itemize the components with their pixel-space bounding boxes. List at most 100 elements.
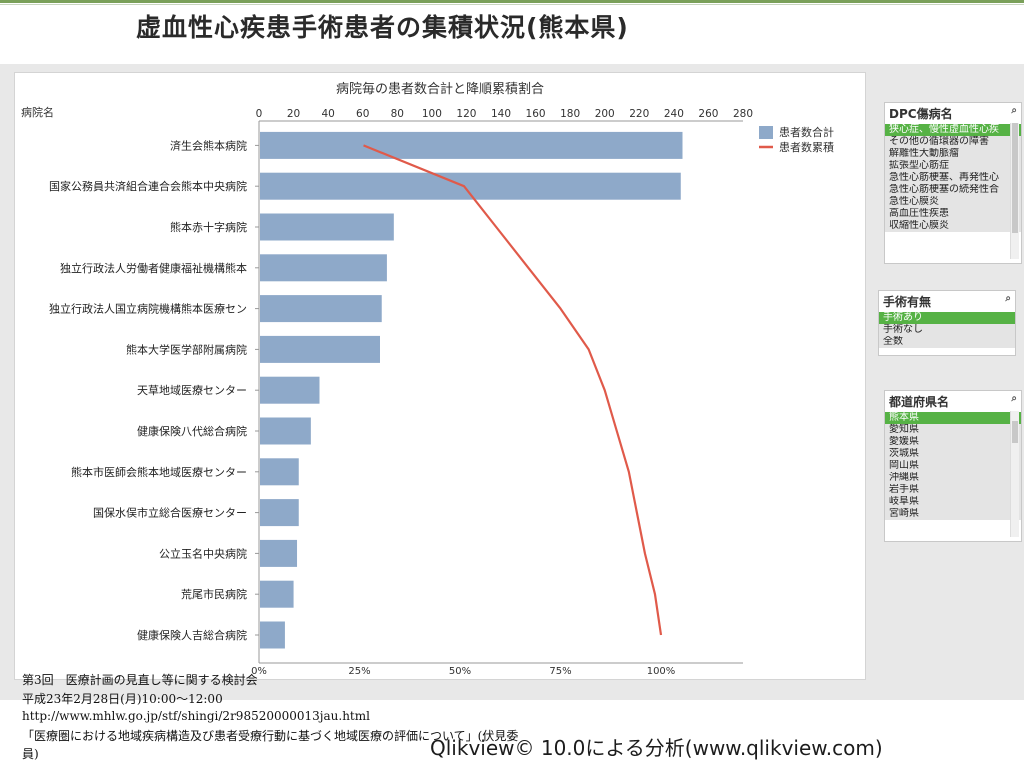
listbox-items: 手術あり 手術なし 全数 <box>879 312 1015 348</box>
cumulative-line <box>363 144 663 636</box>
listbox-item[interactable]: 全数 <box>879 336 1015 348</box>
listbox-item[interactable]: 宮崎県 <box>885 508 1021 520</box>
bar <box>260 254 387 282</box>
bar <box>260 417 311 445</box>
bar <box>260 295 382 323</box>
x-bottom-tick-label: 50% <box>449 666 471 677</box>
listbox-title-text: DPC傷病名 <box>889 107 953 121</box>
legend-label-bars: 患者数合計 <box>779 125 834 139</box>
category-label: 熊本赤十字病院 <box>170 220 247 234</box>
category-label: 健康保険人吉総合病院 <box>137 628 247 642</box>
listbox-item[interactable]: 急性心筋梗塞、再発性心 <box>885 172 1021 184</box>
x-top-tick-label: 160 <box>526 108 546 120</box>
legend-swatch-bars <box>759 126 773 139</box>
slide-title: 虚血性心疾患手術患者の集積状況(熊本県) <box>136 13 629 42</box>
x-top-tick-label: 100 <box>422 108 442 120</box>
qlikview-note: Qlikview© 10.0による分析(www.qlikview.com) <box>430 736 883 760</box>
listbox-item[interactable]: 高血圧性疾患 <box>885 208 1021 220</box>
x-bottom-tick-label: 100% <box>647 666 676 677</box>
x-top-tick-label: 240 <box>664 108 684 120</box>
bar <box>260 131 683 159</box>
x-bottom-tick-label: 25% <box>348 666 370 677</box>
scrollbar-thumb[interactable] <box>1012 123 1018 233</box>
search-icon[interactable]: ⌕ <box>1005 293 1011 304</box>
search-icon[interactable]: ⌕ <box>1011 393 1017 404</box>
listbox-item[interactable]: 拡張型心筋症 <box>885 160 1021 172</box>
category-label: 済生会熊本病院 <box>170 138 247 152</box>
x-top-tick-label: 120 <box>456 108 476 120</box>
category-axis-label: 病院名 <box>21 105 54 119</box>
bar <box>260 499 299 527</box>
listbox-items: 熊本県 愛知県 愛媛県 茨城県 岡山県 沖縄県 岩手県 岐阜県 宮崎県 <box>885 412 1021 520</box>
legend-label-line: 患者数累積 <box>779 140 834 154</box>
x-top-tick-label: 60 <box>356 108 369 120</box>
bar <box>260 539 298 567</box>
x-bottom-tick-label: 75% <box>549 666 571 677</box>
category-label: 公立玉名中央病院 <box>159 546 247 560</box>
top-rule <box>0 0 1024 3</box>
top-rule-thin <box>0 4 1024 5</box>
listbox-item[interactable]: 岩手県 <box>885 484 1021 496</box>
listbox-scrollbar[interactable] <box>1010 123 1019 259</box>
x-top-tick-label: 220 <box>629 108 649 120</box>
listbox-item[interactable]: 収縮性心膜炎 <box>885 220 1021 232</box>
category-label: 熊本大学医学部附属病院 <box>126 342 247 356</box>
bar <box>260 335 380 363</box>
x-top-tick-label: 260 <box>698 108 718 120</box>
listbox-item[interactable]: 岡山県 <box>885 460 1021 472</box>
scrollbar-thumb[interactable] <box>1012 421 1018 443</box>
listbox-item[interactable]: 狭心症、慢性虚血性心疾 <box>885 124 1021 136</box>
footer-line-3-url[interactable]: http://www.mhlw.go.jp/stf/shingi/2r98520… <box>22 709 370 723</box>
x-top-tick-label: 40 <box>321 108 334 120</box>
listbox-title-text: 手術有無 <box>883 295 932 309</box>
listbox-item[interactable]: 茨城県 <box>885 448 1021 460</box>
x-top-tick-label: 280 <box>733 108 753 120</box>
listbox-dpc-disease[interactable]: DPC傷病名 ⌕ 狭心症、慢性虚血性心疾 その他の循環器の障害 解離性大動脈瘤 拡張型… <box>884 102 1022 264</box>
x-top-tick-label: 20 <box>287 108 300 120</box>
x-top-tick-label: 200 <box>595 108 615 120</box>
listbox-item[interactable]: 解離性大動脈瘤 <box>885 148 1021 160</box>
listbox-surgery-title: 手術有無 ⌕ <box>879 291 1015 312</box>
pareto-chart: 病院毎の患者数合計と降順累積割合病院名 0 20 40 60 80 100 120 140 160… <box>21 81 834 677</box>
bar <box>260 580 294 608</box>
footer-line-2: 平成23年2月28日(月)10:00～12:00 <box>22 692 223 706</box>
bar <box>260 376 320 404</box>
chart-title: 病院毎の患者数合計と降順累積割合 <box>336 81 544 97</box>
listbox-item[interactable]: その他の循環器の障害 <box>885 136 1021 148</box>
footer-line-1: 第3回 医療計画の見直し等に関する検討会 <box>22 673 258 687</box>
listbox-item[interactable]: 愛知県 <box>885 424 1021 436</box>
search-icon[interactable]: ⌕ <box>1011 105 1017 116</box>
category-label: 健康保険八代総合病院 <box>137 424 247 438</box>
chart-panel[interactable]: 病院毎の患者数合計と降順累積割合病院名 0 20 40 60 80 100 120 140 160… <box>14 72 866 680</box>
listbox-item[interactable]: 沖縄県 <box>885 472 1021 484</box>
bar <box>260 458 299 486</box>
category-label: 熊本市医師会熊本地域医療センター <box>71 465 247 479</box>
category-label: 天草地域医療センター <box>137 383 247 397</box>
category-label: 国家公務員共済組合連合会熊本中央病院 <box>49 179 247 193</box>
listbox-item[interactable]: 岐阜県 <box>885 496 1021 508</box>
listbox-dpc-disease-title: DPC傷病名 ⌕ <box>885 103 1021 124</box>
bar <box>260 621 285 649</box>
category-label: 独立行政法人労働者健康福祉機構熊本 <box>60 261 247 275</box>
listbox-scrollbar[interactable] <box>1010 411 1019 537</box>
listbox-prefecture[interactable]: 都道府県名 ⌕ 熊本県 愛知県 愛媛県 茨城県 岡山県 沖縄県 岩手県 岐阜県 宮崎県 <box>884 390 1022 542</box>
x-top-tick-label: 140 <box>491 108 511 120</box>
x-top-tick-label: 80 <box>391 108 404 120</box>
listbox-item[interactable]: 熊本県 <box>885 412 1021 424</box>
listbox-item[interactable]: 愛媛県 <box>885 436 1021 448</box>
listbox-surgery[interactable]: 手術有無 ⌕ 手術あり 手術なし 全数 <box>878 290 1016 356</box>
bar <box>260 213 394 241</box>
footer-line-5: 員) <box>22 747 39 761</box>
listbox-item[interactable]: 手術あり <box>879 312 1015 324</box>
listbox-item[interactable]: 急性心膜炎 <box>885 196 1021 208</box>
category-label: 国保水俣市立総合医療センター <box>93 506 247 520</box>
x-top-tick-label: 180 <box>560 108 580 120</box>
listbox-prefecture-title: 都道府県名 ⌕ <box>885 391 1021 412</box>
category-label: 独立行政法人国立病院機構熊本医療セン <box>49 302 247 316</box>
listbox-item[interactable]: 手術なし <box>879 324 1015 336</box>
listbox-items: 狭心症、慢性虚血性心疾 その他の循環器の障害 解離性大動脈瘤 拡張型心筋症 急性心筋梗塞… <box>885 124 1021 232</box>
listbox-item[interactable]: 急性心筋梗塞の続発性合 <box>885 184 1021 196</box>
x-top-tick-label: 0 <box>256 108 263 120</box>
listbox-title-text: 都道府県名 <box>889 395 950 409</box>
category-label: 荒尾市民病院 <box>181 587 247 601</box>
